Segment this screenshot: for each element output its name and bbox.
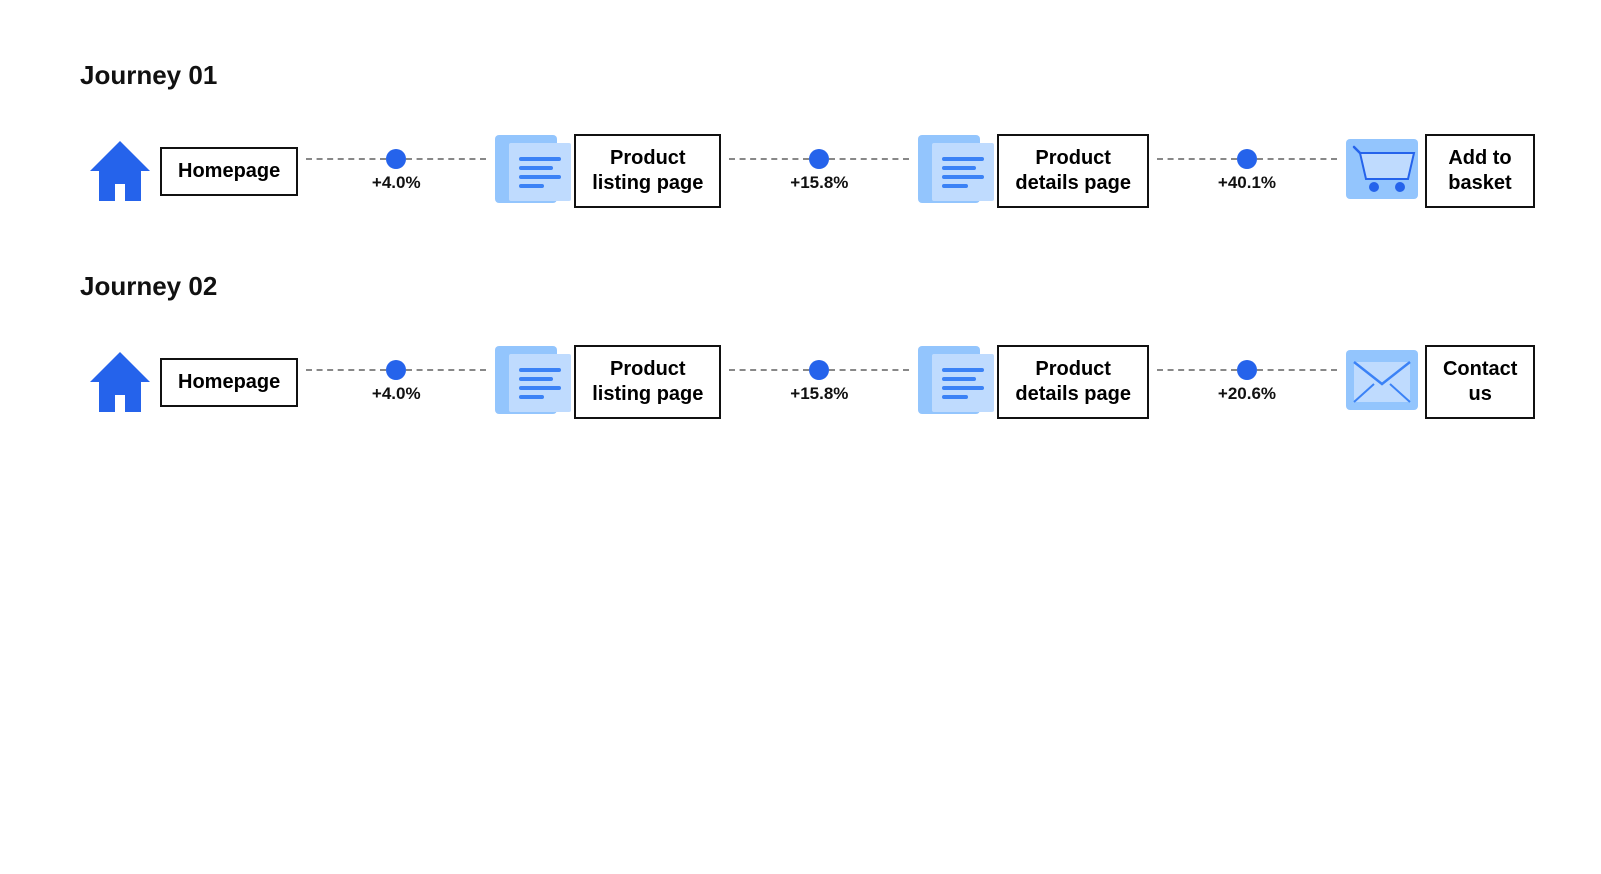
connector-2-3: +20.6%	[1157, 360, 1337, 404]
dashed-line-2-3b	[1257, 369, 1337, 371]
step-homepage-1: Homepage	[80, 131, 298, 211]
connector-line-1-3	[1157, 149, 1337, 169]
step-block-details-2: Productdetails page	[917, 342, 1149, 422]
connector-dot-2-2	[809, 360, 829, 380]
connector-dot-1-2	[809, 149, 829, 169]
envelope-icon-2	[1345, 342, 1425, 422]
connector-percent-2-2: +15.8%	[790, 384, 848, 404]
connector-line-2-1	[306, 360, 486, 380]
step-contact-2: Contactus	[1345, 342, 1535, 422]
connector-2-2: +15.8%	[729, 360, 909, 404]
step-label-details-2: Productdetails page	[997, 345, 1149, 419]
dashed-line-1-2a	[729, 158, 809, 160]
step-label-basket-1: Add tobasket	[1425, 134, 1535, 208]
step-label-listing-1: Productlisting page	[574, 134, 721, 208]
journey-02-flow: Homepage +4.0%	[80, 342, 1521, 422]
step-details-1: Productdetails page	[917, 131, 1149, 211]
step-block-homepage-2: Homepage	[80, 342, 298, 422]
journey-02-section: Journey 02 Homepage	[80, 271, 1521, 422]
step-label-contact-2: Contactus	[1425, 345, 1535, 419]
step-label-homepage-1: Homepage	[160, 147, 298, 196]
page-icon-details-2	[917, 342, 997, 422]
connector-percent-2-3: +20.6%	[1218, 384, 1276, 404]
connector-dot-1-1	[386, 149, 406, 169]
step-listing-2: Productlisting page	[494, 342, 721, 422]
step-details-2: Productdetails page	[917, 342, 1149, 422]
step-block-details-1: Productdetails page	[917, 131, 1149, 211]
main-container: Journey 01 Homepage	[0, 0, 1601, 542]
connector-dot-1-3	[1237, 149, 1257, 169]
step-block-homepage-1: Homepage	[80, 131, 298, 211]
step-listing-1: Productlisting page	[494, 131, 721, 211]
dashed-line-1-3b	[1257, 158, 1337, 160]
connector-1-1: +4.0%	[306, 149, 486, 193]
dashed-line-1-1a	[306, 158, 386, 160]
step-label-homepage-2: Homepage	[160, 358, 298, 407]
connector-1-3: +40.1%	[1157, 149, 1337, 193]
step-block-basket-1: Add tobasket	[1345, 131, 1535, 211]
journey-01-flow: Homepage +4.0%	[80, 131, 1521, 211]
dashed-line-2-1b	[406, 369, 486, 371]
connector-2-1: +4.0%	[306, 360, 486, 404]
connector-line-1-2	[729, 149, 909, 169]
connector-line-1-1	[306, 149, 486, 169]
step-basket-1: Add tobasket	[1345, 131, 1535, 211]
step-label-listing-2: Productlisting page	[574, 345, 721, 419]
cart-icon-1	[1345, 131, 1425, 211]
journey-01-section: Journey 01 Homepage	[80, 60, 1521, 211]
dashed-line-2-3a	[1157, 369, 1237, 371]
connector-line-2-3	[1157, 360, 1337, 380]
home-icon-1	[80, 131, 160, 211]
dashed-line-1-3a	[1157, 158, 1237, 160]
page-icon-details-1	[917, 131, 997, 211]
connector-percent-1-3: +40.1%	[1218, 173, 1276, 193]
dashed-line-1-1b	[406, 158, 486, 160]
dashed-line-2-2b	[829, 369, 909, 371]
step-homepage-2: Homepage	[80, 342, 298, 422]
page-icon-listing-1	[494, 131, 574, 211]
connector-dot-2-1	[386, 360, 406, 380]
step-block-contact-2: Contactus	[1345, 342, 1535, 422]
page-icon-listing-2	[494, 342, 574, 422]
connector-dot-2-3	[1237, 360, 1257, 380]
step-block-listing-1: Productlisting page	[494, 131, 721, 211]
connector-line-2-2	[729, 360, 909, 380]
step-block-listing-2: Productlisting page	[494, 342, 721, 422]
connector-percent-1-1: +4.0%	[372, 173, 421, 193]
connector-percent-2-1: +4.0%	[372, 384, 421, 404]
dashed-line-1-2b	[829, 158, 909, 160]
connector-1-2: +15.8%	[729, 149, 909, 193]
journey-01-title: Journey 01	[80, 60, 1521, 91]
home-icon-2	[80, 342, 160, 422]
dashed-line-2-2a	[729, 369, 809, 371]
connector-percent-1-2: +15.8%	[790, 173, 848, 193]
step-label-details-1: Productdetails page	[997, 134, 1149, 208]
dashed-line-2-1a	[306, 369, 386, 371]
journey-02-title: Journey 02	[80, 271, 1521, 302]
